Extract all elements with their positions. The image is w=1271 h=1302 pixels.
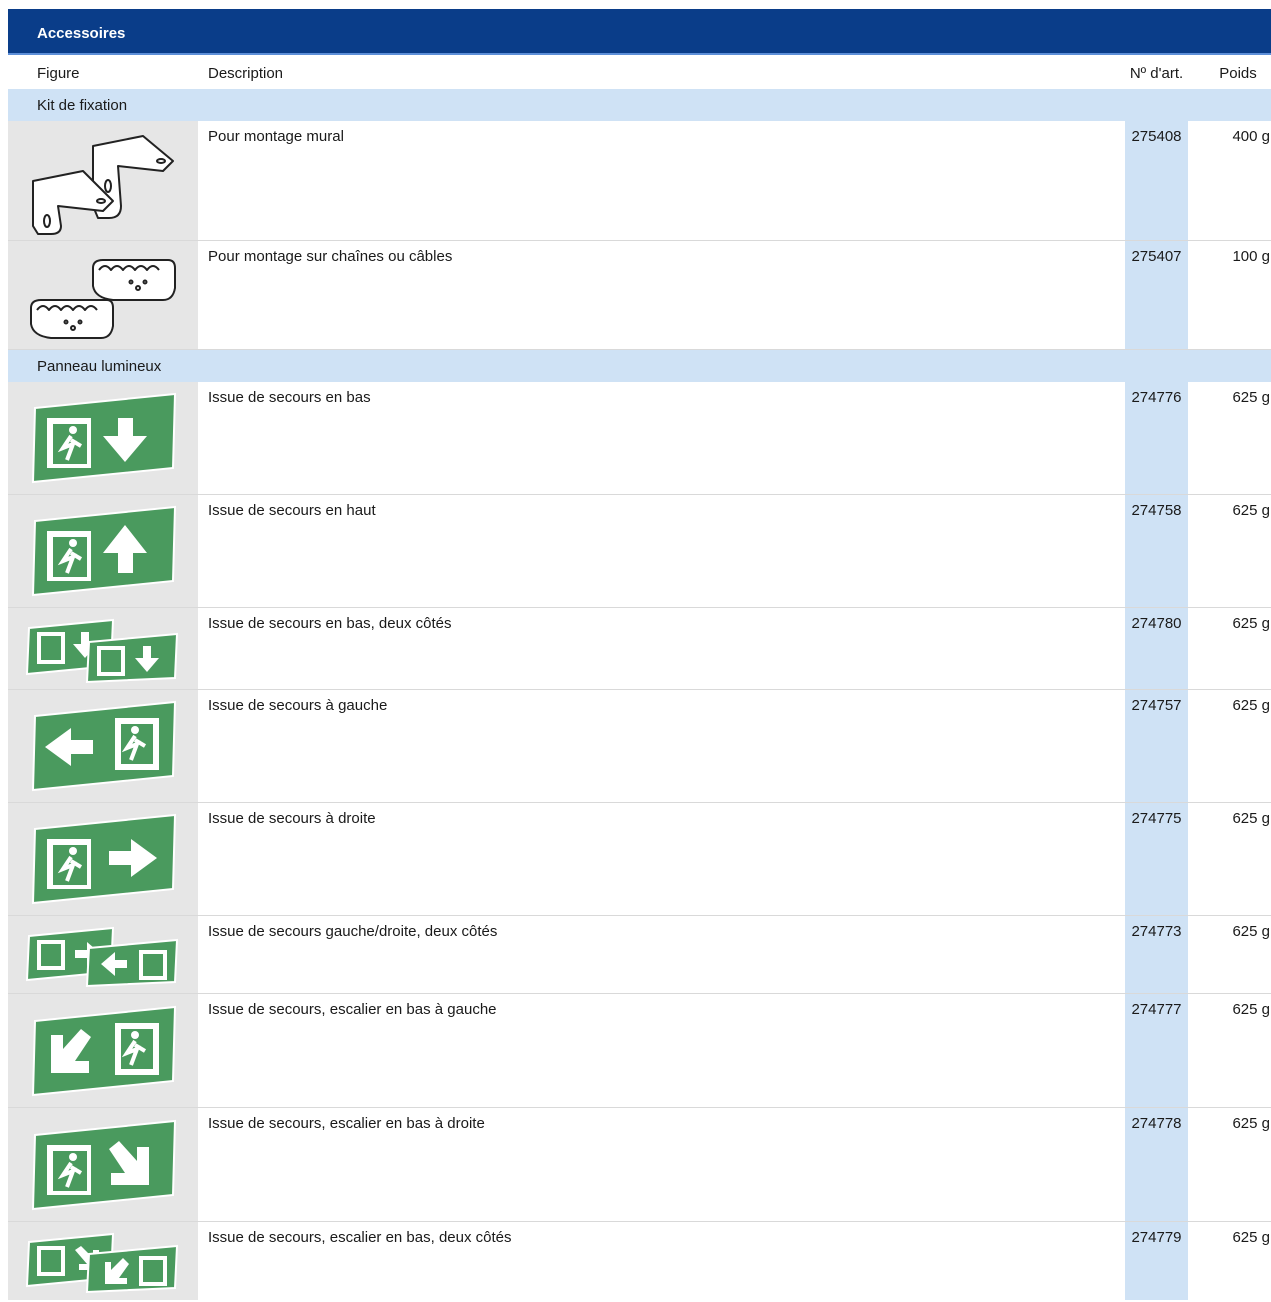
- item-description: Pour montage sur chaînes ou câbles: [208, 248, 453, 265]
- exit-down-double-icon: [8, 608, 198, 689]
- exit-stairs-down-left-icon: [8, 994, 198, 1107]
- section-panneau-lumineux: Panneau lumineux: [8, 350, 1271, 382]
- chain-bracket-icon: [8, 241, 198, 349]
- item-article-number: 274775: [1125, 803, 1188, 915]
- item-article-number: 274779: [1125, 1222, 1188, 1300]
- table-row: Issue de secours, escalier en bas à droi…: [8, 1108, 1271, 1222]
- table-row: Issue de secours, escalier en bas à gauc…: [8, 994, 1271, 1108]
- exit-stairs-down-right-icon: [8, 1108, 198, 1221]
- item-weight: 400 g: [1232, 128, 1270, 145]
- section-kit-de-fixation: Kit de fixation: [8, 89, 1271, 121]
- table-row: Issue de secours à gauche 274757 625 g: [8, 690, 1271, 803]
- item-description: Issue de secours, escalier en bas à gauc…: [208, 1001, 497, 1018]
- item-article-number: 274778: [1125, 1108, 1188, 1221]
- accessories-table: Accessoires Figure Description Nº d'art.…: [8, 9, 1271, 1300]
- item-weight: 625 g: [1232, 1229, 1270, 1246]
- col-header-figure: Figure: [37, 65, 80, 82]
- item-weight: 625 g: [1232, 389, 1270, 406]
- col-header-description: Description: [208, 65, 284, 82]
- table-row: Issue de secours gauche/droite, deux côt…: [8, 916, 1271, 994]
- table-row: Pour montage mural 275408 400 g: [8, 121, 1271, 241]
- item-description: Issue de secours à gauche: [208, 697, 388, 714]
- item-article-number: 274780: [1125, 608, 1188, 689]
- item-description: Issue de secours gauche/droite, deux côt…: [208, 923, 498, 940]
- item-weight: 625 g: [1232, 810, 1270, 827]
- item-weight: 625 g: [1232, 1115, 1270, 1132]
- table-row: Issue de secours en haut 274758 625 g: [8, 495, 1271, 608]
- item-weight: 625 g: [1232, 923, 1270, 940]
- item-weight: 100 g: [1232, 248, 1270, 265]
- exit-right-icon: [8, 803, 198, 915]
- item-description: Issue de secours en haut: [208, 502, 376, 519]
- item-description: Issue de secours en bas, deux côtés: [208, 615, 452, 632]
- col-header-weight: Poids: [1219, 65, 1257, 82]
- table-row: Issue de secours en bas 274776 625 g: [8, 382, 1271, 495]
- item-description: Issue de secours en bas: [208, 389, 371, 406]
- item-article-number: 275407: [1125, 241, 1188, 349]
- item-weight: 625 g: [1232, 1001, 1270, 1018]
- table-title: Accessoires: [8, 9, 1271, 55]
- item-description: Pour montage mural: [208, 128, 344, 145]
- table-row: Issue de secours en bas, deux côtés 2747…: [8, 608, 1271, 690]
- item-article-number: 274776: [1125, 382, 1188, 494]
- item-article-number: 274777: [1125, 994, 1188, 1107]
- exit-left-icon: [8, 690, 198, 802]
- item-description: Issue de secours, escalier en bas à droi…: [208, 1115, 485, 1132]
- exit-left-right-double-icon: [8, 916, 198, 993]
- exit-down-icon: [8, 382, 198, 494]
- item-article-number: 274758: [1125, 495, 1188, 607]
- item-description: Issue de secours, escalier en bas, deux …: [208, 1229, 512, 1246]
- exit-up-icon: [8, 495, 198, 607]
- col-header-article: Nº d'art.: [1129, 65, 1184, 82]
- item-article-number: 274773: [1125, 916, 1188, 993]
- item-weight: 625 g: [1232, 697, 1270, 714]
- item-weight: 625 g: [1232, 615, 1270, 632]
- item-description: Issue de secours à droite: [208, 810, 376, 827]
- item-article-number: 275408: [1125, 121, 1188, 240]
- table-row: Issue de secours, escalier en bas, deux …: [8, 1222, 1271, 1300]
- item-article-number: 274757: [1125, 690, 1188, 802]
- wall-bracket-icon: [8, 121, 198, 240]
- table-row: Issue de secours à droite 274775 625 g: [8, 803, 1271, 916]
- column-header-row: Figure Description Nº d'art. Poids: [8, 55, 1271, 89]
- item-weight: 625 g: [1232, 502, 1270, 519]
- exit-stairs-down-double-icon: [8, 1222, 198, 1300]
- table-row: Pour montage sur chaînes ou câbles 27540…: [8, 241, 1271, 350]
